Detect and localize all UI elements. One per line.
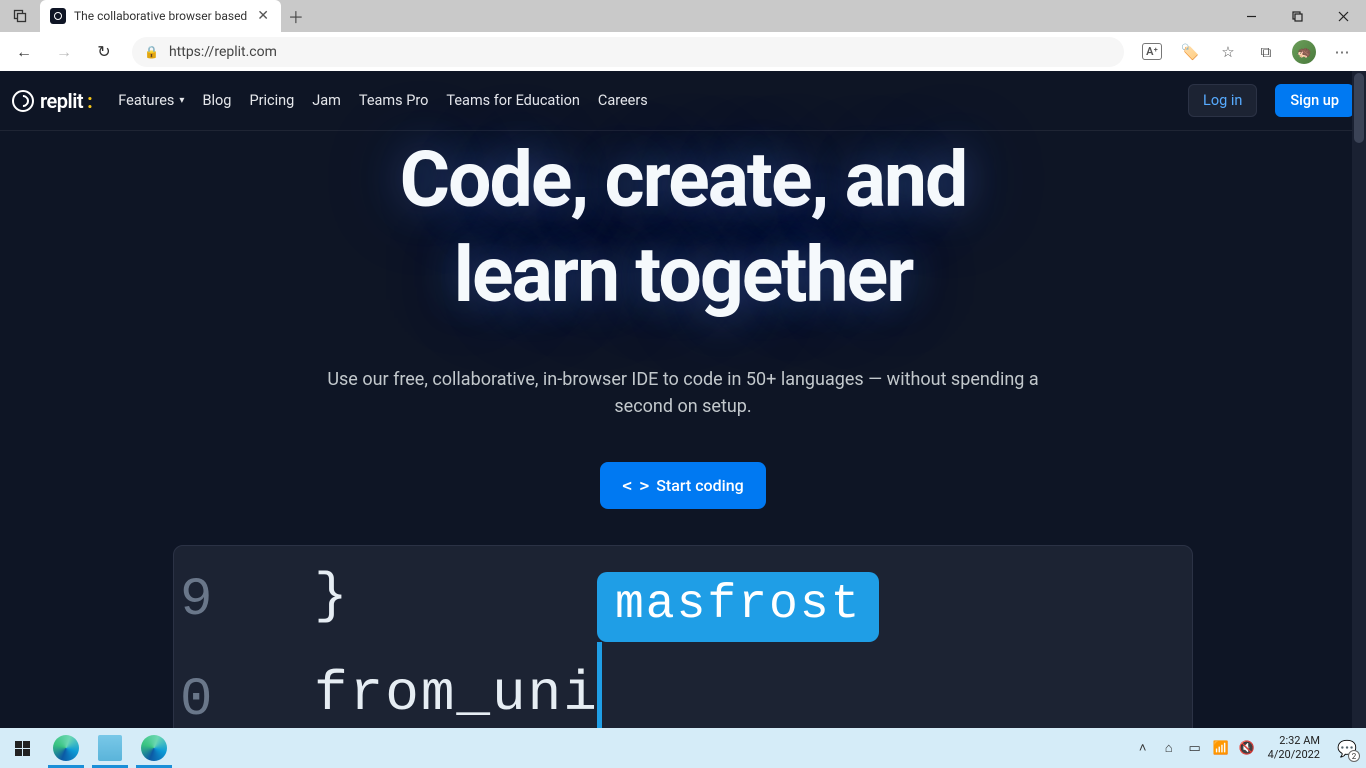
maximize-button[interactable] [1274, 0, 1320, 32]
nav-teams-edu[interactable]: Teams for Education [446, 92, 579, 109]
collab-cursor-label: masfrost [597, 572, 879, 642]
refresh-button[interactable]: ↻ [86, 36, 122, 68]
more-icon: ⋯ [1335, 43, 1350, 61]
nav-pricing[interactable]: Pricing [249, 92, 294, 109]
code-line: } [314, 564, 350, 628]
notepad-icon [98, 735, 122, 761]
tray-wifi[interactable]: 📶 [1210, 728, 1232, 768]
back-button[interactable]: ← [6, 36, 42, 68]
nav-teams-pro[interactable]: Teams Pro [359, 92, 429, 109]
nav-blog[interactable]: Blog [202, 92, 231, 109]
edge-icon [141, 735, 167, 761]
logo-icon [12, 90, 34, 112]
taskbar-app-edge[interactable] [44, 728, 88, 768]
new-tab-button[interactable]: ＋ [281, 1, 311, 31]
action-center-button[interactable]: 💬 2 [1330, 728, 1364, 768]
collections-button[interactable]: ⧉ [1248, 36, 1284, 68]
taskbar: ˄ ⌂ ▭ 📶 🔇 2:32 AM 4/20/2022 💬 2 [0, 728, 1366, 768]
code-line: from_uni [314, 662, 599, 726]
volume-muted-icon: 🔇 [1239, 741, 1255, 756]
lock-icon: 🔒 [144, 45, 159, 59]
minimize-button[interactable] [1228, 0, 1274, 32]
forward-button[interactable]: → [46, 36, 82, 68]
logo-text: replit [40, 89, 83, 113]
close-icon [1338, 11, 1349, 22]
favorites-button[interactable]: ☆ [1210, 36, 1246, 68]
tray-battery[interactable]: ▭ [1184, 728, 1206, 768]
logo[interactable]: replit: [12, 89, 92, 113]
start-coding-button[interactable]: < > Start coding [600, 462, 765, 509]
line-number: 9 [180, 570, 212, 631]
wifi-icon: 📶 [1213, 741, 1229, 756]
more-button[interactable]: ⋯ [1324, 36, 1360, 68]
hero-title-line1: Code, create, and [0, 133, 1366, 228]
browser-titlebar: The collaborative browser based ✕ ＋ [0, 0, 1366, 32]
site-nav: replit: Features▾ Blog Pricing Jam Teams… [0, 71, 1366, 131]
collections-icon: ⧉ [1261, 43, 1272, 61]
hero-title-line2: learn together [0, 228, 1366, 323]
browser-tab[interactable]: The collaborative browser based ✕ [40, 0, 281, 32]
reading-icon: A⁺ [1142, 43, 1162, 60]
clock-time: 2:32 AM [1268, 734, 1320, 748]
profile-button[interactable]: 🦔 [1286, 36, 1322, 68]
notification-badge: 2 [1348, 750, 1360, 762]
shopping-icon: 🏷️ [1181, 43, 1200, 61]
logo-prompt: : [87, 89, 92, 113]
url-input[interactable]: 🔒 https://replit.com [132, 37, 1124, 67]
code-icon: < > [622, 476, 648, 495]
edge-icon [53, 735, 79, 761]
tab-actions-button[interactable] [0, 0, 40, 32]
maximize-icon [1292, 11, 1303, 22]
login-button[interactable]: Log in [1188, 84, 1257, 117]
ide-preview: 9 0 } from_uni masfrost [173, 545, 1193, 728]
url-text: https://replit.com [169, 44, 277, 60]
taskbar-clock[interactable]: 2:32 AM 4/20/2022 [1262, 734, 1326, 762]
windows-icon [15, 741, 30, 756]
page-content: replit: Features▾ Blog Pricing Jam Teams… [0, 71, 1366, 728]
taskbar-app-edge-2[interactable] [132, 728, 176, 768]
tray-volume[interactable]: 🔇 [1236, 728, 1258, 768]
minimize-icon [1246, 11, 1257, 22]
address-bar: ← → ↻ 🔒 https://replit.com A⁺ 🏷️ ☆ ⧉ 🦔 ⋯ [0, 32, 1366, 71]
shopping-button[interactable]: 🏷️ [1172, 36, 1208, 68]
nav-features[interactable]: Features▾ [118, 92, 184, 109]
line-number: 0 [180, 670, 212, 728]
page-scrollbar[interactable] [1352, 71, 1366, 728]
tray-meet-now[interactable]: ⌂ [1158, 728, 1180, 768]
nav-jam[interactable]: Jam [312, 92, 341, 109]
cta-label: Start coding [656, 476, 744, 495]
collab-cursor-line [597, 642, 602, 728]
taskbar-app-notepad[interactable] [88, 728, 132, 768]
favicon-icon [50, 8, 66, 24]
hero: Code, create, and learn together Use our… [0, 131, 1366, 728]
tab-actions-icon [13, 9, 27, 23]
start-button[interactable] [0, 728, 44, 768]
avatar-icon: 🦔 [1292, 40, 1316, 64]
hero-subtitle: Use our free, collaborative, in-browser … [323, 367, 1043, 419]
meet-icon: ⌂ [1165, 740, 1173, 756]
nav-careers[interactable]: Careers [598, 92, 648, 109]
tab-title: The collaborative browser based [74, 9, 247, 23]
tray-overflow-button[interactable]: ˄ [1132, 728, 1154, 768]
hero-title: Code, create, and learn together [0, 133, 1366, 322]
close-window-button[interactable] [1320, 0, 1366, 32]
clock-date: 4/20/2022 [1268, 748, 1320, 762]
chevron-down-icon: ▾ [179, 95, 184, 106]
window-controls [1228, 0, 1366, 32]
read-aloud-button[interactable]: A⁺ [1134, 36, 1170, 68]
tab-close-button[interactable]: ✕ [255, 8, 271, 24]
battery-icon: ▭ [1188, 741, 1200, 756]
signup-button[interactable]: Sign up [1275, 84, 1354, 117]
star-icon: ☆ [1221, 43, 1234, 61]
chevron-up-icon: ˄ [1139, 740, 1147, 756]
